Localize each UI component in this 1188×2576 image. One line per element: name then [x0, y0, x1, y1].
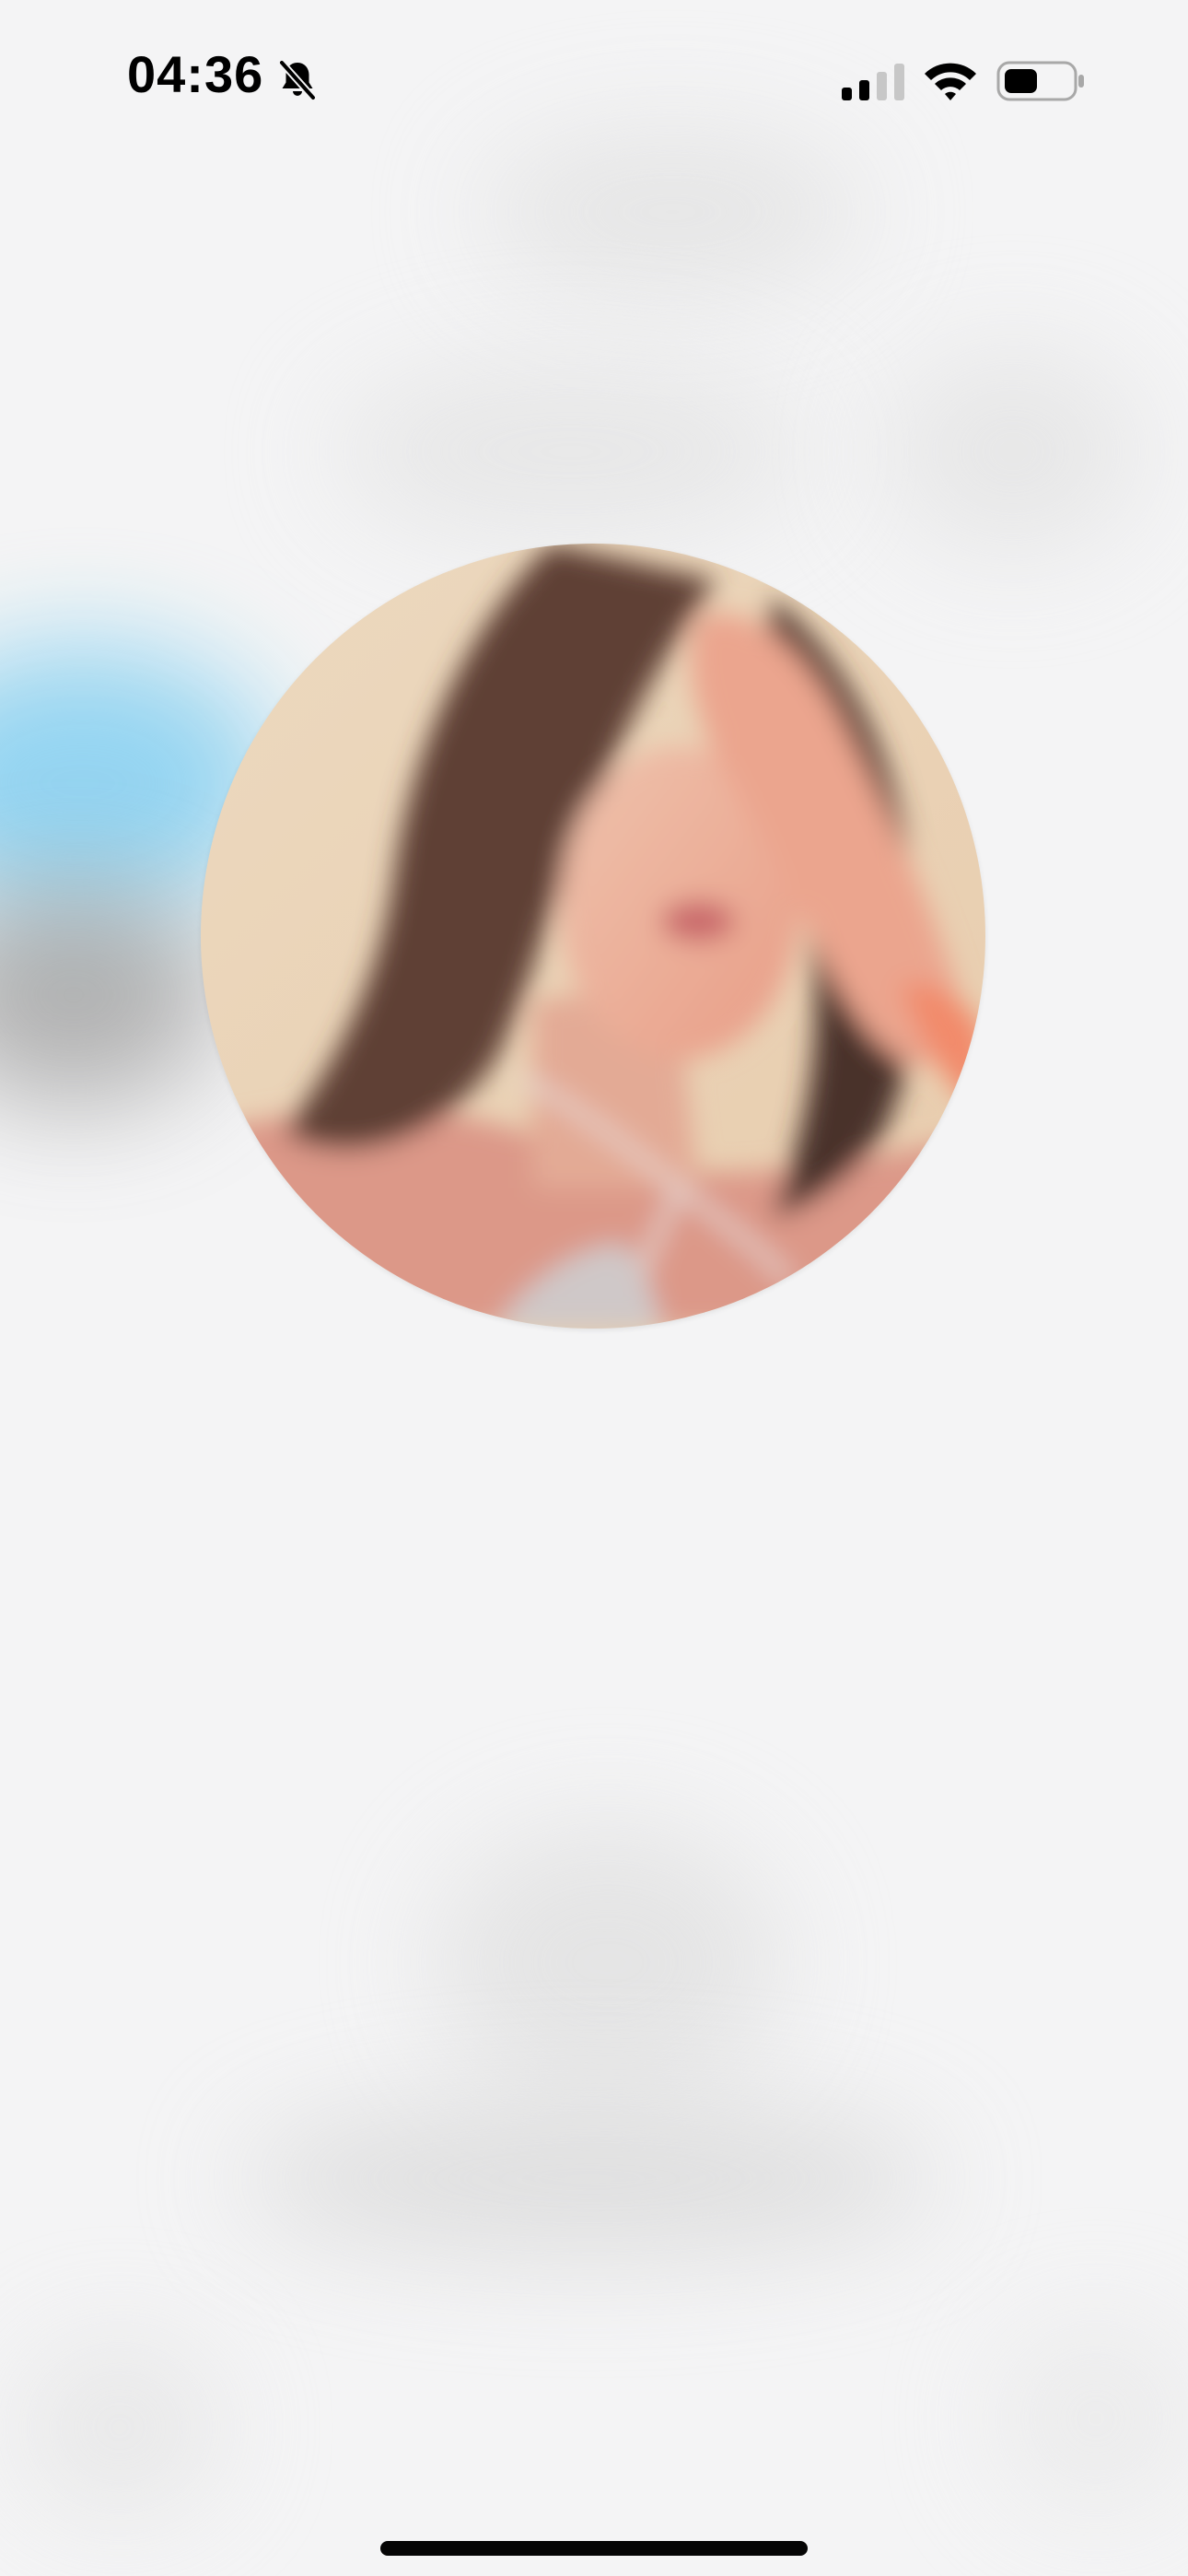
home-indicator[interactable]	[380, 2541, 808, 2556]
battery-icon	[996, 61, 1084, 101]
blurred-gray-shape	[239, 2101, 939, 2257]
wifi-icon	[925, 63, 976, 100]
blurred-gray-shape	[995, 2322, 1188, 2515]
blurred-gray-shape	[18, 2340, 221, 2515]
blurred-gray-shape	[332, 359, 810, 544]
profile-avatar[interactable]	[201, 544, 985, 1329]
bell-slash-icon	[278, 59, 317, 101]
blurred-gray-shape	[884, 350, 1142, 553]
status-time: 04:36	[127, 45, 264, 103]
blurred-gray-shape	[433, 1824, 783, 2101]
cellular-signal-icon	[842, 64, 904, 100]
screen: 04:36	[0, 0, 1188, 2576]
status-bar: 04:36	[0, 0, 1188, 162]
profile-photo	[201, 544, 985, 1329]
blurred-gray-shape	[0, 884, 221, 1106]
